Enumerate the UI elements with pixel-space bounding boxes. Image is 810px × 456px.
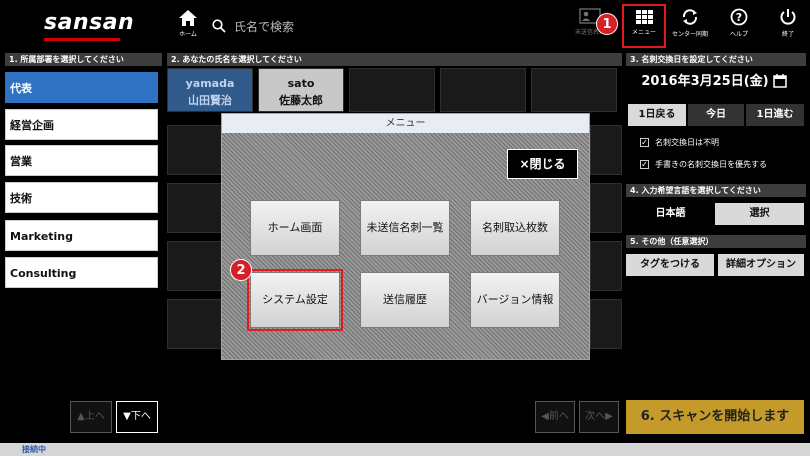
up-label: 上へ [84, 411, 105, 422]
name-card-empty [590, 183, 622, 233]
help-label: ヘルプ [729, 31, 748, 38]
name-card-empty [531, 68, 617, 112]
name-section-header: 2. あなたの氏名を選択してください [167, 53, 622, 66]
sansan-logo: sansan [44, 10, 135, 35]
handwritten-date-checkbox[interactable]: ✓ 手書きの名刺交換日を優先する [640, 159, 767, 170]
next-label: 次へ [585, 411, 606, 422]
prev-label: 前へ [548, 411, 569, 422]
today-button[interactable]: 今日 [688, 104, 744, 126]
annotation-badge-1: 1 [596, 13, 618, 35]
name-kanji: 山田賢治 [188, 94, 232, 107]
prev-page-button[interactable]: ◀前へ [535, 401, 575, 433]
help-icon: ? [730, 8, 748, 26]
next-page-button[interactable]: 次へ▶ [579, 401, 619, 433]
help-button[interactable]: ? ヘルプ [717, 8, 761, 38]
name-romaji: sato [287, 77, 315, 90]
grid-icon [635, 10, 653, 24]
exit-label: 終了 [781, 31, 794, 38]
connection-status: 接続中 [0, 443, 810, 456]
calendar-icon [773, 74, 787, 88]
center-sync-label: センター同期 [671, 31, 708, 38]
calendar-button[interactable] [773, 73, 787, 92]
svg-text:?: ? [736, 11, 742, 24]
name-card-yamada[interactable]: yamada 山田賢治 [167, 68, 253, 112]
language-value: 日本語 [626, 203, 715, 225]
department-item[interactable]: Consulting [5, 257, 158, 288]
system-settings-button[interactable]: システム設定 [247, 269, 343, 331]
exchange-date: 2016年3月25日(金) [641, 74, 769, 89]
prev-day-button[interactable]: 1日戻る [628, 104, 686, 126]
menu-dialog: メニュー ×閉じる ホーム画面 未送信名刺一覧 名刺取込枚数 システム設定 送信… [221, 113, 590, 360]
center-sync-button[interactable]: センター同期 [668, 8, 712, 38]
menu-button[interactable]: メニュー [622, 4, 666, 48]
other-section-header: 5. その他（任意選択） [626, 235, 806, 248]
arrow-right-icon: ▶ [605, 411, 613, 422]
down-button[interactable]: ▼下へ [116, 401, 158, 433]
sync-icon [682, 9, 698, 25]
power-icon [780, 9, 796, 25]
logo-underline [44, 38, 120, 41]
annotation-badge-2: 2 [230, 259, 252, 281]
date-section-header: 3. 名刺交換日を設定してください [626, 53, 806, 66]
search-placeholder: 氏名で検索 [234, 19, 295, 34]
department-section-header: 1. 所属部署を選択してください [5, 53, 162, 66]
checkbox-icon: ✓ [640, 138, 649, 147]
menu-dialog-title: メニュー [222, 114, 589, 133]
down-label: 下へ [130, 411, 151, 422]
search-input[interactable]: 氏名で検索 [212, 16, 432, 36]
name-card-sato[interactable]: sato 佐藤太郎 [258, 68, 344, 112]
name-card-empty [590, 299, 622, 349]
menu-label: メニュー [631, 29, 656, 36]
send-history-button[interactable]: 送信履歴 [360, 272, 450, 328]
start-scan-button[interactable]: 6. スキャンを開始します [626, 400, 804, 434]
name-kanji: 佐藤太郎 [279, 94, 323, 107]
next-day-button[interactable]: 1日進む [746, 104, 804, 126]
language-select-button[interactable]: 選択 [715, 203, 804, 225]
version-info-button[interactable]: バージョン情報 [470, 272, 560, 328]
department-item[interactable]: 技術 [5, 182, 158, 213]
detail-options-button[interactable]: 詳細オプション [718, 254, 804, 276]
arrow-left-icon: ◀ [541, 411, 549, 422]
search-icon [212, 19, 226, 33]
department-item[interactable]: 営業 [5, 145, 158, 176]
name-card-empty [349, 68, 435, 112]
department-item[interactable]: Marketing [5, 220, 158, 251]
home-button[interactable]: ホーム [172, 10, 204, 38]
triangle-down-icon: ▼ [123, 411, 131, 422]
language-section-header: 4. 入力希望言語を選択してください [626, 184, 806, 197]
name-romaji: yamada [185, 77, 235, 90]
name-card-empty [590, 241, 622, 291]
triangle-up-icon: ▲ [77, 411, 85, 422]
home-icon [179, 10, 197, 26]
checkbox-icon: ✓ [640, 160, 649, 169]
top-bar: sansan ホーム 氏名で検索 未送信名刺 1 メニュー センター同期 ? ヘ… [0, 0, 810, 52]
exit-button[interactable]: 終了 [766, 8, 810, 38]
checkbox-label: 手書きの名刺交換日を優先する [655, 160, 767, 169]
name-card-empty [440, 68, 526, 112]
add-tag-button[interactable]: タグをつける [626, 254, 714, 276]
department-item[interactable]: 経営企画 [5, 109, 158, 140]
home-label: ホーム [179, 31, 197, 38]
department-item[interactable]: 代表 [5, 72, 158, 103]
close-button[interactable]: ×閉じる [507, 149, 578, 179]
home-screen-button[interactable]: ホーム画面 [250, 200, 340, 256]
language-row: 日本語 選択 [626, 203, 804, 225]
unsent-list-button[interactable]: 未送信名刺一覧 [360, 200, 450, 256]
checkbox-label: 名刺交換日は不明 [655, 138, 719, 147]
import-count-button[interactable]: 名刺取込枚数 [470, 200, 560, 256]
up-button[interactable]: ▲上へ [70, 401, 112, 433]
unknown-date-checkbox[interactable]: ✓ 名刺交換日は不明 [640, 137, 719, 148]
name-card-empty [590, 125, 622, 175]
